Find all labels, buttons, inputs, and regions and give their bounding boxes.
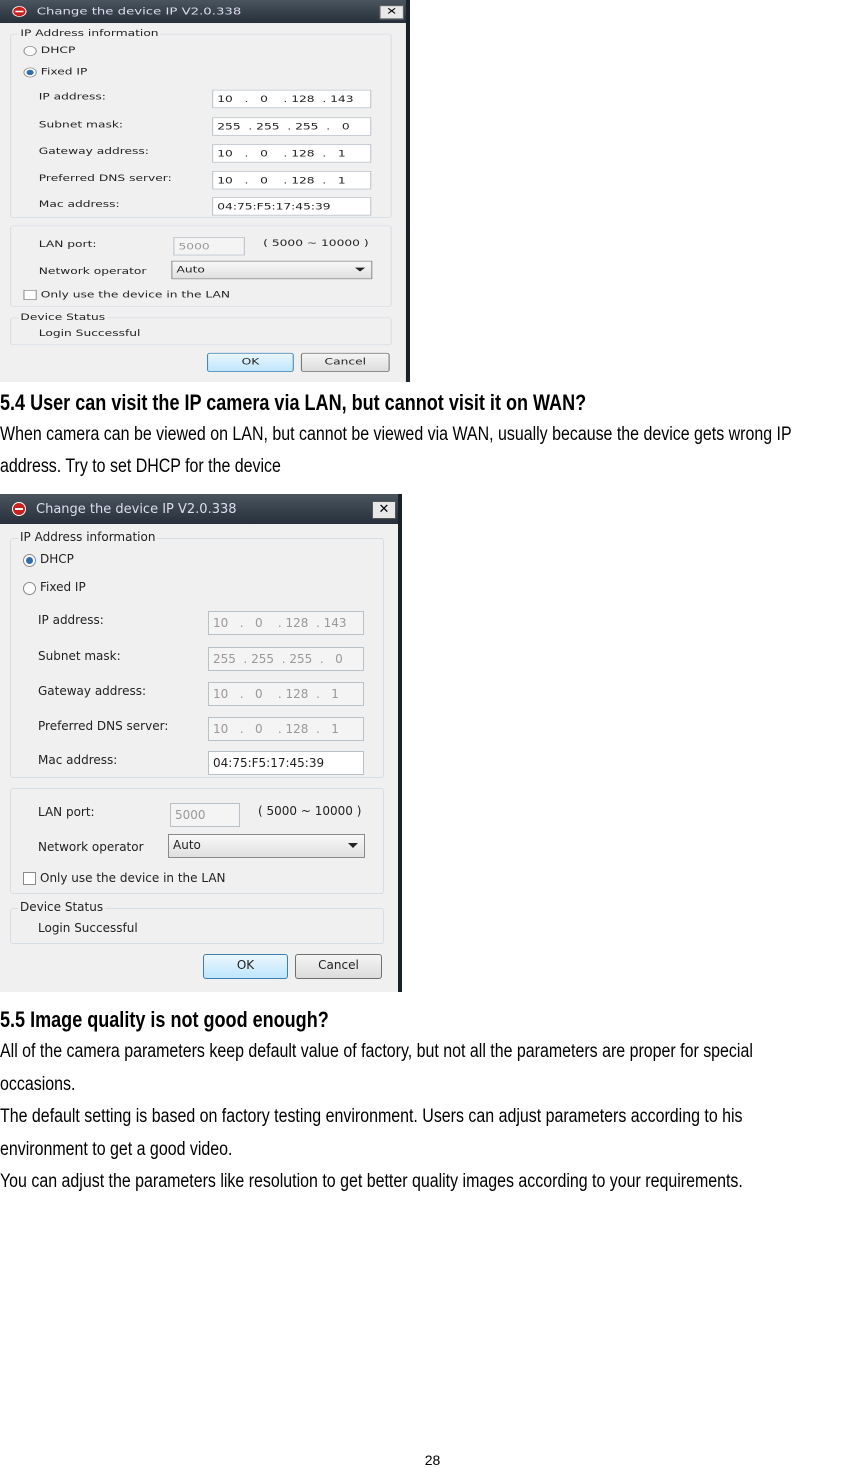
device-status-label: Device Status [18,311,108,323]
title-bar: Change the device IP V2.0.338 ✕ [0,0,410,24]
title-bar: Change the device IP V2.0.338 ✕ [0,494,402,524]
preferred-dns-server-input[interactable]: 10 . 0 . 128 . 1 [208,717,364,741]
section-5-5-line: The default setting is based on factory … [0,1106,743,1127]
ip-address-group-label: IP Address information [18,530,158,544]
subnet-mask-label: Subnet mask: [38,649,121,663]
window-border [398,494,402,992]
lan-only-label[interactable]: Only use the device in the LAN [40,871,226,885]
network-operator-value: Auto [176,263,205,275]
close-button[interactable]: ✕ [372,501,396,519]
close-button[interactable]: ✕ [379,5,404,20]
window-border [405,0,410,382]
cancel-button[interactable]: Cancel [295,954,382,979]
chevron-down-icon [354,267,366,272]
section-5-5-line: occasions. [0,1074,76,1095]
section-5-4-line: address. Try to set DHCP for the device [0,456,281,477]
device-status-value: Login Successful [38,921,138,935]
app-icon [12,6,27,17]
gateway-address-input[interactable]: 10 . 0 . 128 . 1 [212,144,372,163]
ok-button[interactable]: OK [203,954,288,979]
gateway-address-input[interactable]: 10 . 0 . 128 . 1 [208,682,364,706]
gateway-address-label: Gateway address: [38,145,149,157]
gateway-address-label: Gateway address: [38,684,147,698]
app-icon [12,502,26,516]
lan-port-input[interactable]: 5000 [173,237,245,256]
cancel-button[interactable]: Cancel [300,352,390,372]
dhcp-label[interactable]: DHCP [41,44,76,55]
device-status-value: Login Successful [38,327,141,339]
section-5-4-line: When camera can be viewed on LAN, but ca… [0,424,792,445]
section-5-5-heading: 5.5 Image quality is not good enough? [0,1007,329,1032]
mac-address-label: Mac address: [38,198,120,210]
lan-port-range: ( 5000 ~ 10000 ) [258,804,362,818]
ip-address-label: IP address: [38,91,106,103]
chevron-down-icon [348,843,358,848]
network-operator-label: Network operator [38,265,147,277]
fixed-ip-radio[interactable] [23,582,36,595]
mac-address-label: Mac address: [38,753,118,767]
ok-button[interactable]: OK [207,352,294,372]
dhcp-label[interactable]: DHCP [40,552,74,566]
subnet-mask-label: Subnet mask: [38,118,124,130]
dialog-title: Change the device IP V2.0.338 [36,502,237,517]
ip-address-input[interactable]: 10 . 0 . 128 . 143 [208,611,364,635]
page-number: 28 [424,1452,441,1468]
mac-address-input[interactable]: 04:75:F5:17:45:39 [212,197,372,216]
dhcp-radio[interactable] [23,554,36,567]
ip-address-label: IP address: [38,613,104,627]
subnet-mask-input[interactable]: 255 . 255 . 255 . 0 [208,647,364,671]
section-5-5-line: environment to get a good video. [0,1139,233,1160]
network-operator-select[interactable]: Auto [168,834,365,858]
lan-port-label: LAN port: [38,805,95,819]
device-status-label: Device Status [18,900,106,914]
mac-address-input[interactable]: 04:75:F5:17:45:39 [208,751,364,775]
screenshot-dhcp-dialog: Change the device IP V2.0.338 ✕ IP Address… [0,494,402,992]
screenshot-fixed-ip-dialog: Change the device IP V2.0.338 ✕ IP Address… [0,0,410,382]
ip-address-group-label: IP Address information [18,27,161,39]
lan-port-range: ( 5000 ~ 10000 ) [263,237,369,249]
change-device-ip-dialog: Change the device IP V2.0.338 ✕ IP Address… [0,494,402,992]
fixed-ip-label[interactable]: Fixed IP [40,580,86,594]
lan-port-input[interactable]: 5000 [170,803,240,827]
dhcp-radio[interactable] [23,46,37,56]
fixed-ip-radio[interactable] [23,67,37,78]
lan-only-checkbox[interactable] [23,289,37,300]
dialog-title: Change the device IP V2.0.338 [36,6,242,18]
network-operator-label: Network operator [38,840,144,854]
preferred-dns-server-input[interactable]: 10 . 0 . 128 . 1 [212,171,372,190]
section-5-4-heading: 5.4 User can visit the IP camera via LAN… [0,390,587,415]
section-5-5-line: You can adjust the parameters like resol… [0,1171,743,1192]
section-5-5-line: All of the camera parameters keep defaul… [0,1041,753,1062]
network-operator-select[interactable]: Auto [171,260,373,280]
lan-port-label: LAN port: [38,238,97,250]
lan-only-label[interactable]: Only use the device in the LAN [41,289,230,300]
network-operator-value: Auto [173,838,201,852]
fixed-ip-label[interactable]: Fixed IP [41,66,88,77]
lan-only-checkbox[interactable] [23,872,36,885]
preferred-dns-server-label: Preferred DNS server: [38,719,169,733]
preferred-dns-server-label: Preferred DNS server: [38,172,172,184]
change-device-ip-dialog: Change the device IP V2.0.338 ✕ IP Address… [0,0,410,382]
ip-address-input[interactable]: 10 . 0 . 128 . 143 [212,89,372,109]
subnet-mask-input[interactable]: 255 . 255 . 255 . 0 [212,117,372,136]
